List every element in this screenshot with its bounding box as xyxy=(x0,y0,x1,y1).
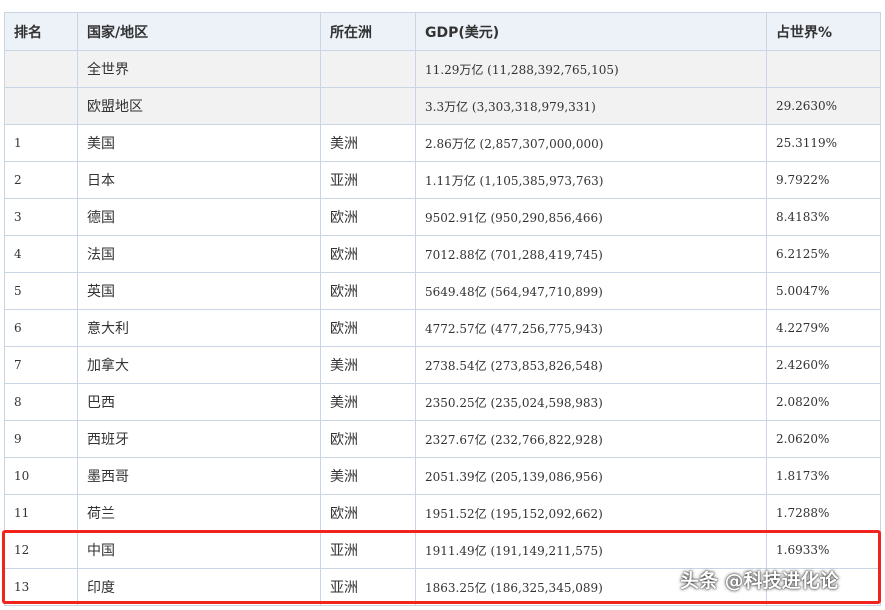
cell-share: 4.2279% xyxy=(766,309,881,347)
cell-share: 2.4260% xyxy=(766,346,881,384)
table-row: 7 加拿大 美洲 2738.54亿 (273,853,826,548) 2.4260% xyxy=(4,346,881,384)
table-row: 10 墨西哥 美洲 2051.39亿 (205,139,086,956) 1.8173% xyxy=(4,457,881,495)
cell-continent xyxy=(320,87,416,125)
cell-gdp: 9502.91亿 (950,290,856,466) xyxy=(415,198,767,236)
cell-rank xyxy=(4,50,78,88)
cell-gdp: 4772.57亿 (477,256,775,943) xyxy=(415,309,767,347)
table-body: 全世界 11.29万亿 (11,288,392,765,105) 欧盟地区 3.3万亿… xyxy=(4,50,881,606)
cell-rank: 13 xyxy=(4,568,78,606)
cell-continent: 亚洲 xyxy=(320,161,416,199)
cell-continent: 欧洲 xyxy=(320,420,416,458)
cell-rank: 8 xyxy=(4,383,78,421)
cell-rank: 1 xyxy=(4,124,78,162)
cell-gdp: 3.3万亿 (3,303,318,979,331) xyxy=(415,87,767,125)
cell-country: 欧盟地区 xyxy=(77,87,321,125)
table-row: 3 德国 欧洲 9502.91亿 (950,290,856,466) 8.4183% xyxy=(4,198,881,236)
table-row: 2 日本 亚洲 1.11万亿 (1,105,385,973,763) 9.7922% xyxy=(4,161,881,199)
aggregate-row: 欧盟地区 3.3万亿 (3,303,318,979,331) 29.2630% xyxy=(4,87,881,125)
cell-rank: 2 xyxy=(4,161,78,199)
cell-country: 巴西 xyxy=(77,383,321,421)
cell-country: 美国 xyxy=(77,124,321,162)
table-row: 1 美国 美洲 2.86万亿 (2,857,307,000,000) 25.3119% xyxy=(4,124,881,162)
table-row: 5 英国 欧洲 5649.48亿 (564,947,710,899) 5.0047% xyxy=(4,272,881,310)
table-row: 4 法国 欧洲 7012.88亿 (701,288,419,745) 6.2125% xyxy=(4,235,881,273)
cell-rank: 4 xyxy=(4,235,78,273)
cell-share: 29.2630% xyxy=(766,87,881,125)
cell-share: 5.0047% xyxy=(766,272,881,310)
cell-gdp: 1.11万亿 (1,105,385,973,763) xyxy=(415,161,767,199)
aggregate-row: 全世界 11.29万亿 (11,288,392,765,105) xyxy=(4,50,881,88)
header-share[interactable]: 占世界% xyxy=(766,12,881,51)
cell-gdp: 7012.88亿 (701,288,419,745) xyxy=(415,235,767,273)
cell-share: 2.0820% xyxy=(766,383,881,421)
cell-rank: 7 xyxy=(4,346,78,384)
table-row: 12 中国 亚洲 1911.49亿 (191,149,211,575) 1.6933% xyxy=(4,531,881,569)
header-row: 排名 国家/地区 所在洲 GDP(美元) 占世界% xyxy=(4,12,881,51)
table-row: 11 荷兰 欧洲 1951.52亿 (195,152,092,662) 1.7288% xyxy=(4,494,881,532)
cell-share: 25.3119% xyxy=(766,124,881,162)
cell-country: 全世界 xyxy=(77,50,321,88)
table-row: 6 意大利 欧洲 4772.57亿 (477,256,775,943) 4.2279% xyxy=(4,309,881,347)
cell-continent xyxy=(320,50,416,88)
gdp-ranking-table: 排名 国家/地区 所在洲 GDP(美元) 占世界% 全世界 11.29万亿 (11… xyxy=(4,12,881,606)
cell-country: 德国 xyxy=(77,198,321,236)
cell-rank: 12 xyxy=(4,531,78,569)
cell-share: 1.7288% xyxy=(766,494,881,532)
cell-continent: 美洲 xyxy=(320,124,416,162)
cell-gdp: 2738.54亿 (273,853,826,548) xyxy=(415,346,767,384)
cell-share xyxy=(766,50,881,88)
header-rank[interactable]: 排名 xyxy=(4,12,78,51)
cell-continent: 欧洲 xyxy=(320,494,416,532)
cell-country: 日本 xyxy=(77,161,321,199)
cell-gdp: 11.29万亿 (11,288,392,765,105) xyxy=(415,50,767,88)
cell-continent: 欧洲 xyxy=(320,235,416,273)
cell-gdp: 2.86万亿 (2,857,307,000,000) xyxy=(415,124,767,162)
cell-gdp: 2327.67亿 (232,766,822,928) xyxy=(415,420,767,458)
cell-gdp: 5649.48亿 (564,947,710,899) xyxy=(415,272,767,310)
cell-rank: 3 xyxy=(4,198,78,236)
cell-rank: 5 xyxy=(4,272,78,310)
cell-gdp: 2051.39亿 (205,139,086,956) xyxy=(415,457,767,495)
cell-country: 印度 xyxy=(77,568,321,606)
cell-share: 1.6933% xyxy=(766,531,881,569)
cell-rank xyxy=(4,87,78,125)
cell-country: 英国 xyxy=(77,272,321,310)
cell-share: 2.0620% xyxy=(766,420,881,458)
watermark: 头条 @科技进化论 xyxy=(680,570,839,592)
cell-continent: 美洲 xyxy=(320,457,416,495)
cell-rank: 11 xyxy=(4,494,78,532)
cell-country: 意大利 xyxy=(77,309,321,347)
table-header: 排名 国家/地区 所在洲 GDP(美元) 占世界% xyxy=(4,12,881,51)
cell-rank: 9 xyxy=(4,420,78,458)
cell-country: 法国 xyxy=(77,235,321,273)
cell-country: 加拿大 xyxy=(77,346,321,384)
cell-continent: 亚洲 xyxy=(320,568,416,606)
cell-gdp: 2350.25亿 (235,024,598,983) xyxy=(415,383,767,421)
table-row: 8 巴西 美洲 2350.25亿 (235,024,598,983) 2.0820% xyxy=(4,383,881,421)
cell-share: 8.4183% xyxy=(766,198,881,236)
cell-country: 中国 xyxy=(77,531,321,569)
cell-share: 6.2125% xyxy=(766,235,881,273)
cell-country: 荷兰 xyxy=(77,494,321,532)
cell-gdp: 1951.52亿 (195,152,092,662) xyxy=(415,494,767,532)
cell-rank: 10 xyxy=(4,457,78,495)
cell-continent: 美洲 xyxy=(320,346,416,384)
header-country[interactable]: 国家/地区 xyxy=(77,12,321,51)
cell-continent: 欧洲 xyxy=(320,272,416,310)
cell-continent: 欧洲 xyxy=(320,198,416,236)
cell-gdp: 1911.49亿 (191,149,211,575) xyxy=(415,531,767,569)
cell-continent: 欧洲 xyxy=(320,309,416,347)
cell-country: 西班牙 xyxy=(77,420,321,458)
table-row: 9 西班牙 欧洲 2327.67亿 (232,766,822,928) 2.0620% xyxy=(4,420,881,458)
cell-rank: 6 xyxy=(4,309,78,347)
header-continent[interactable]: 所在洲 xyxy=(320,12,416,51)
cell-continent: 美洲 xyxy=(320,383,416,421)
cell-share: 9.7922% xyxy=(766,161,881,199)
cell-country: 墨西哥 xyxy=(77,457,321,495)
header-gdp[interactable]: GDP(美元) xyxy=(415,12,767,51)
cell-share: 1.8173% xyxy=(766,457,881,495)
cell-continent: 亚洲 xyxy=(320,531,416,569)
